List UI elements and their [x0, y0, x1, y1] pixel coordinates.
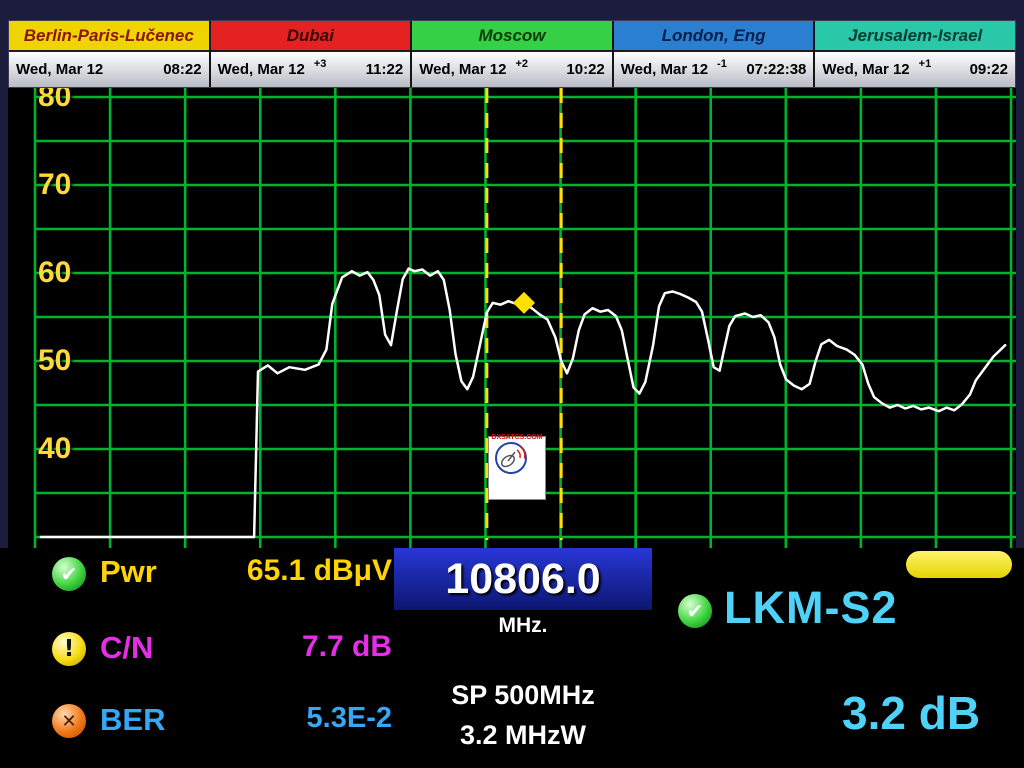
cn-label: C/N [100, 630, 153, 666]
clock-city: Jerusalem-Israel Wed, Mar 12 +1 09:22 [815, 21, 1015, 87]
check-glyph: ✔ [687, 599, 704, 623]
pwr-label: Pwr [100, 554, 157, 590]
exclamation-glyph: ! [64, 636, 75, 662]
satellite-dish-logo-icon [489, 437, 533, 483]
cn-value: 7.7 dB [170, 630, 392, 664]
city-time-row: Wed, Mar 12 -1 07:22:38 [614, 52, 814, 87]
clock-city: London, Eng Wed, Mar 12 -1 07:22:38 [614, 21, 816, 87]
city-name: Berlin-Paris-Lučenec [9, 21, 209, 52]
link-margin-value: 3.2 dB [842, 686, 980, 740]
cross-glyph: ✕ [61, 711, 76, 732]
city-time-row: Wed, Mar 12 08:22 [9, 52, 209, 87]
city-name: Moscow [412, 21, 612, 52]
city-time: 09:22 [970, 61, 1008, 78]
city-name: Dubai [211, 21, 411, 52]
meter-screen: Berlin-Paris-Lučenec Wed, Mar 12 08:22 D… [0, 0, 1024, 768]
city-time-row: Wed, Mar 12 +3 11:22 [211, 52, 411, 87]
y-axis-label: 50 [38, 344, 108, 378]
y-axis-label: 80 [38, 88, 108, 114]
city-time-row: Wed, Mar 12 +1 09:22 [815, 52, 1015, 87]
dxsatcs-watermark: DXSATCS.COM [488, 436, 546, 500]
city-time: 08:22 [163, 61, 201, 78]
pwr-status-ok-icon: ✔ [52, 557, 86, 591]
pwr-value: 65.1 dBμV [170, 554, 392, 588]
clock-city: Dubai Wed, Mar 12 +3 11:22 [211, 21, 413, 87]
clock-city: Moscow Wed, Mar 12 +2 10:22 [412, 21, 614, 87]
ber-error-icon: ✕ [52, 704, 86, 738]
city-name: London, Eng [614, 21, 814, 52]
city-name: Jerusalem-Israel [815, 21, 1015, 52]
ber-value: 5.3E-2 [170, 702, 392, 735]
city-date: Wed, Mar 12 [621, 61, 708, 78]
y-axis-label: 60 [38, 256, 108, 290]
city-time: 11:22 [366, 61, 404, 78]
lock-status-ok-icon: ✔ [678, 594, 712, 628]
city-utc-offset: +2 [515, 58, 528, 70]
city-time: 10:22 [566, 61, 604, 78]
span-setting: SP 500MHz [394, 680, 652, 711]
readout-panel: ✔ Pwr 65.1 dBμV 10806.0 MHz. ✔ LKM-S2 ! … [0, 548, 1024, 768]
center-frequency-marker [513, 292, 535, 314]
city-utc-offset: +1 [919, 58, 932, 70]
spectrum-display: 80 70 60 50 40 DXSATCS.COM [8, 88, 1016, 548]
bandwidth-setting: 3.2 MHzW [394, 720, 652, 751]
y-axis-label: 40 [38, 432, 108, 466]
modulation-standard: LKM-S2 [724, 582, 898, 634]
ber-label: BER [100, 702, 165, 738]
clock-city: Berlin-Paris-Lučenec Wed, Mar 12 08:22 [9, 21, 211, 87]
frequency-display[interactable]: 10806.0 [394, 548, 652, 610]
city-date: Wed, Mar 12 [16, 61, 103, 78]
cn-warning-icon: ! [52, 632, 86, 666]
check-glyph: ✔ [61, 562, 78, 586]
world-clock-bar: Berlin-Paris-Lučenec Wed, Mar 12 08:22 D… [8, 20, 1016, 88]
city-date: Wed, Mar 12 [419, 61, 506, 78]
yellow-indicator-button[interactable] [906, 551, 1012, 578]
y-axis-label: 70 [38, 168, 108, 202]
city-date: Wed, Mar 12 [822, 61, 909, 78]
city-utc-offset: -1 [717, 58, 727, 70]
city-utc-offset: +3 [314, 58, 327, 70]
city-time: 07:22:38 [746, 61, 806, 78]
frequency-unit: MHz. [394, 614, 652, 638]
city-time-row: Wed, Mar 12 +2 10:22 [412, 52, 612, 87]
city-date: Wed, Mar 12 [218, 61, 305, 78]
